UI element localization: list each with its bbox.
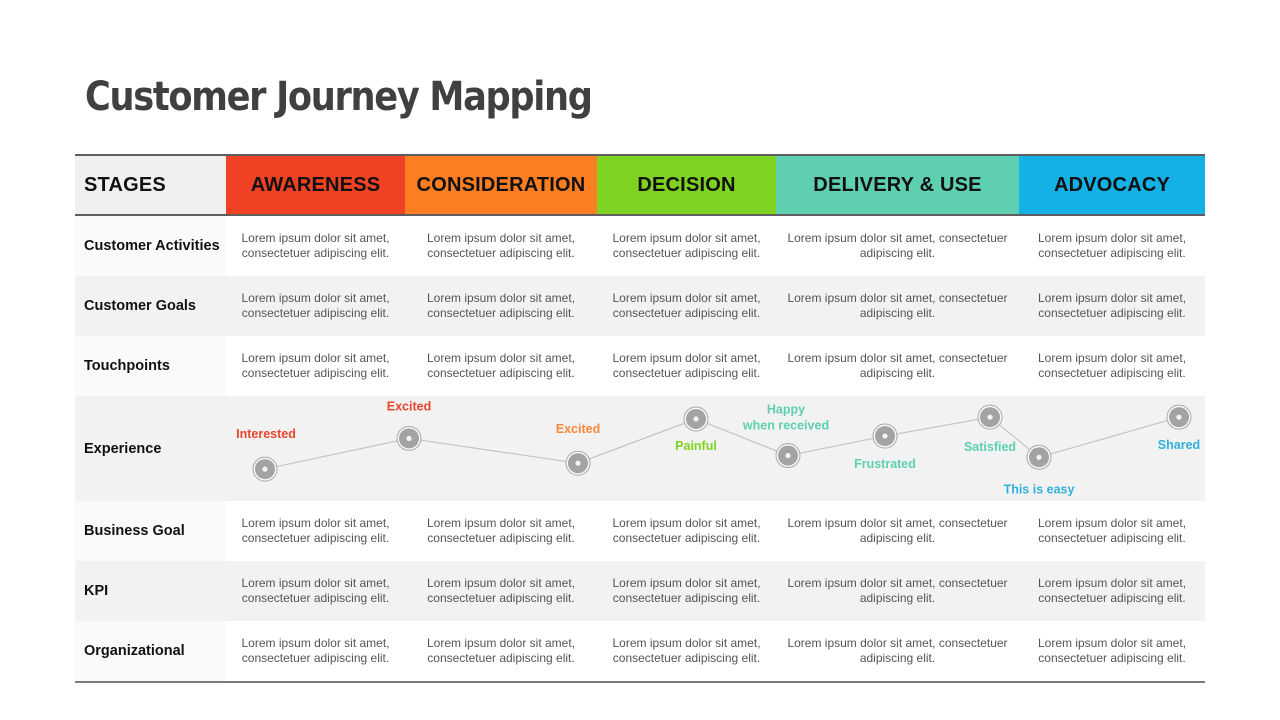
table-cell: Lorem ipsum dolor sit amet, consectetuer… <box>612 636 761 665</box>
table-cell: Lorem ipsum dolor sit amet, consectetuer… <box>426 516 576 545</box>
experience-label: Painful <box>675 439 717 453</box>
table-cell: Lorem ipsum dolor sit amet, consectetuer… <box>1037 636 1187 665</box>
row-experience: Experience Interested Excited Excited Painf… <box>75 396 1205 501</box>
table-cell: Lorem ipsum dolor sit amet, consectetuer… <box>426 231 576 260</box>
experience-segment <box>264 437 410 470</box>
row-label: Organizational <box>75 621 226 681</box>
table-cell: Lorem ipsum dolor sit amet, consectetuer… <box>241 291 390 320</box>
row-label: Customer Goals <box>84 298 196 314</box>
experience-point <box>872 423 898 449</box>
experience-label: Frustrated <box>854 457 916 471</box>
experience-label: Excited <box>556 422 600 436</box>
table-cell: Lorem ipsum dolor sit amet, consectetuer… <box>241 636 390 665</box>
stages-header-label: STAGES <box>75 156 226 214</box>
table-cell: Lorem ipsum dolor sit amet, consectetuer… <box>1037 231 1187 260</box>
row-touchpoints: Touchpoints Lorem ipsum dolor sit amet, … <box>75 336 1205 396</box>
experience-segment <box>408 437 579 464</box>
page-title: Customer Journey Mapping <box>85 74 593 120</box>
experience-point <box>1026 444 1052 470</box>
table-cell: Lorem ipsum dolor sit amet, consectetuer… <box>787 636 1008 665</box>
stage-decision: DECISION <box>597 156 776 214</box>
row-customer-goals: Customer Goals Lorem ipsum dolor sit ame… <box>75 276 1205 336</box>
experience-label: Interested <box>236 427 296 441</box>
table-cell: Lorem ipsum dolor sit amet, consectetuer… <box>426 351 576 380</box>
stage-awareness: AWARENESS <box>226 156 405 214</box>
table-cell: Lorem ipsum dolor sit amet, consectetuer… <box>612 351 761 380</box>
table-cell: Lorem ipsum dolor sit amet, consectetuer… <box>241 231 390 260</box>
experience-label: Satisfied <box>964 440 1016 454</box>
experience-label: Shared <box>1158 438 1200 452</box>
row-business-goal: Business Goal Lorem ipsum dolor sit amet… <box>75 501 1205 561</box>
table-cell: Lorem ipsum dolor sit amet, consectetuer… <box>241 576 390 605</box>
row-label: Business Goal <box>75 501 226 561</box>
experience-point <box>565 450 591 476</box>
table-cell: Lorem ipsum dolor sit amet, consectetuer… <box>612 576 761 605</box>
experience-curve: Interested Excited Excited Painful Happy when… <box>236 399 1200 496</box>
experience-point <box>396 425 422 451</box>
row-label: Touchpoints <box>75 336 226 396</box>
bottom-rule <box>75 681 1205 683</box>
experience-label: Excited <box>387 399 431 413</box>
table-cell: Lorem ipsum dolor sit amet, consectetuer… <box>1037 351 1187 380</box>
table-cell: Lorem ipsum dolor sit amet, consectetuer… <box>787 231 1008 260</box>
row-label: KPI <box>84 583 109 599</box>
table-cell: Lorem ipsum dolor sit amet, consectetuer… <box>241 516 390 545</box>
row-kpi: KPI Lorem ipsum dolor sit amet, consecte… <box>75 561 1205 621</box>
experience-label: This is easy <box>1004 482 1075 496</box>
table-cell: Lorem ipsum dolor sit amet, consectetuer… <box>612 231 761 260</box>
table-cell: Lorem ipsum dolor sit amet, consectetuer… <box>426 291 576 320</box>
experience-point <box>683 406 709 432</box>
experience-point <box>252 456 278 482</box>
experience-point <box>775 443 801 469</box>
row-customer-activities: Customer Activities Lorem ipsum dolor si… <box>75 216 1205 276</box>
stage-consideration: CONSIDERATION <box>405 156 597 214</box>
table-cell: Lorem ipsum dolor sit amet, consectetuer… <box>787 516 1008 545</box>
experience-label: Happy when received <box>742 403 829 433</box>
experience-point <box>977 404 1003 430</box>
table-cell: Lorem ipsum dolor sit amet, consectetuer… <box>241 351 390 380</box>
table-cell: Lorem ipsum dolor sit amet, consectetuer… <box>787 291 1008 320</box>
stage-delivery-use: DELIVERY & USE <box>776 156 1019 214</box>
experience-point <box>1166 404 1192 430</box>
table-cell: Lorem ipsum dolor sit amet, consectetuer… <box>426 576 576 605</box>
table-cell: Lorem ipsum dolor sit amet, consectetuer… <box>426 636 576 665</box>
table-cell: Lorem ipsum dolor sit amet, consectetuer… <box>1037 576 1187 605</box>
stages-header-row: STAGES AWARENESS CONSIDERATION DECISION … <box>75 156 1205 214</box>
row-label: Customer Activities <box>75 216 226 276</box>
table-cell: Lorem ipsum dolor sit amet, consectetuer… <box>612 291 761 320</box>
table-cell: Lorem ipsum dolor sit amet, consectetuer… <box>787 351 1008 380</box>
table-cell: Lorem ipsum dolor sit amet, consectetuer… <box>1037 516 1187 545</box>
stage-advocacy: ADVOCACY <box>1019 156 1205 214</box>
table-cell: Lorem ipsum dolor sit amet, consectetuer… <box>1037 291 1187 320</box>
experience-segment <box>787 435 886 457</box>
experience-segment <box>884 416 991 437</box>
row-organizational: Organizational Lorem ipsum dolor sit ame… <box>75 621 1205 681</box>
table-cell: Lorem ipsum dolor sit amet, consectetuer… <box>612 516 761 545</box>
table-cell: Lorem ipsum dolor sit amet, consectetuer… <box>787 576 1008 605</box>
